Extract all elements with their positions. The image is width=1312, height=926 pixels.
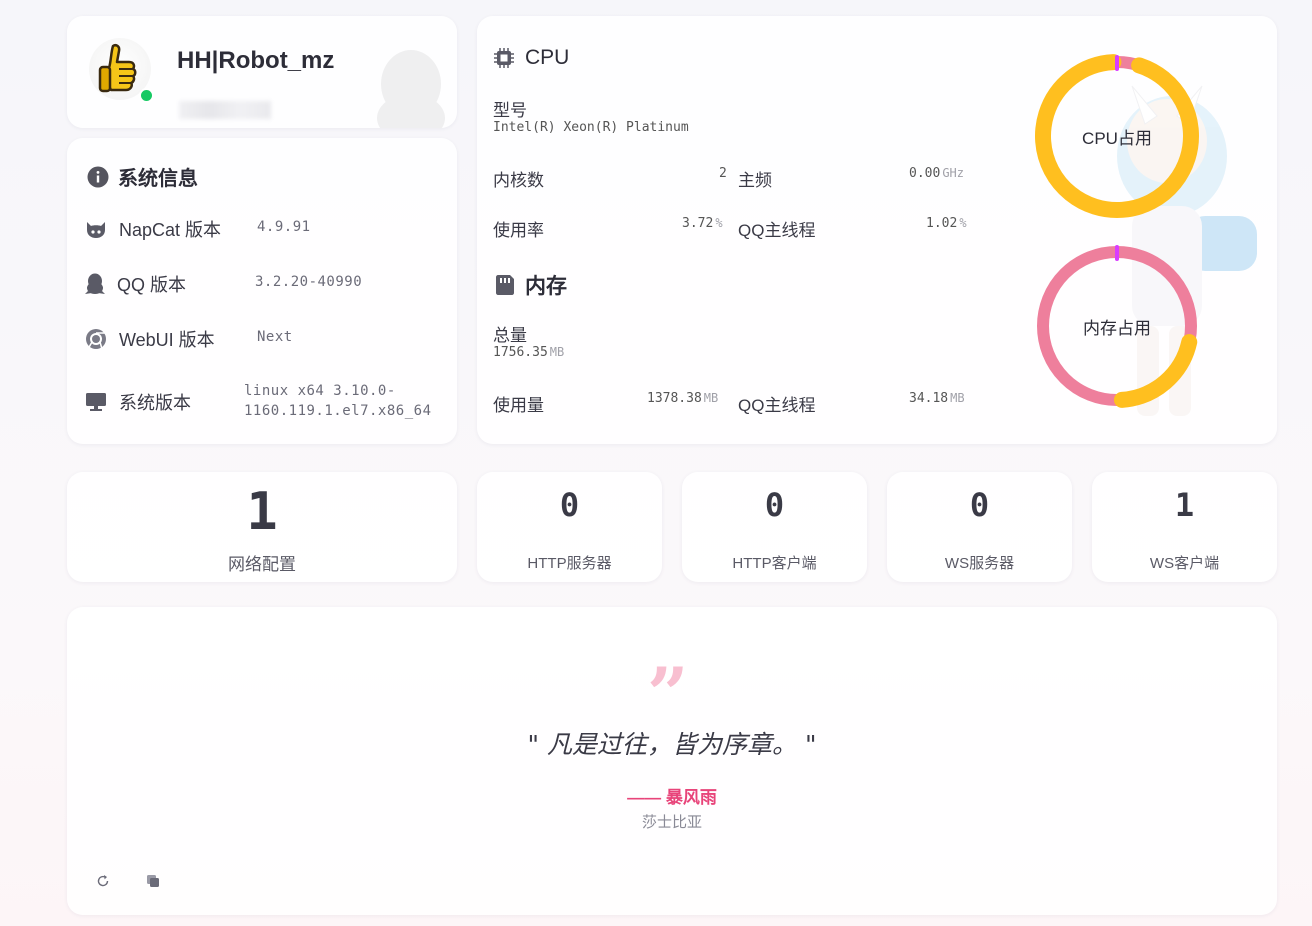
http-server-count: 0 xyxy=(559,486,580,524)
memory-used-label: 使用量 xyxy=(493,396,544,415)
quote-source: 莎士比亚 xyxy=(641,814,702,831)
cpu-freq-label: 主频 xyxy=(738,171,772,190)
github-cat-icon xyxy=(87,222,105,238)
cpu-title: CPU xyxy=(525,46,570,69)
cpu-qq-thread-label: QQ主线程 xyxy=(738,221,816,240)
cpu-freq-value: 0.00 xyxy=(909,166,941,181)
cpu-cores-value: 2 xyxy=(719,166,727,181)
cpu-qq-thread-unit: % xyxy=(959,216,967,230)
os-version-value: linux x64 3.10.0- 1160.119.1.el7.x86_64 xyxy=(244,381,432,421)
chrome-icon xyxy=(86,329,106,350)
network-config-label: 网络配置 xyxy=(228,555,296,574)
copy-icon xyxy=(147,875,159,887)
quote-text: " 凡是过往，皆为序章。 " xyxy=(527,730,817,759)
network-config-count: 1 xyxy=(246,482,278,542)
memory-header: 内存 xyxy=(495,270,567,300)
refresh-icon xyxy=(97,875,109,887)
qq-version-text: QQ 版本 xyxy=(117,275,187,295)
cpu-model-label: 型号 xyxy=(493,101,527,120)
qq-version-label: QQ 版本 xyxy=(85,271,186,297)
cpu-usage: 3.72% xyxy=(682,216,723,231)
cpu-qq-thread: 1.02% xyxy=(926,216,967,231)
webui-version-text: WebUI 版本 xyxy=(119,330,215,350)
ws-client-count: 1 xyxy=(1174,486,1195,524)
cpu-usage-ring-label: CPU占用 xyxy=(1082,129,1152,148)
memory-card-icon xyxy=(496,275,514,295)
http-client-label: HTTP客户端 xyxy=(732,555,817,572)
ws-client-stat-card[interactable]: 1 WS客户端 xyxy=(1092,472,1277,582)
memory-total: 1756.35 MB xyxy=(493,345,564,360)
network-config-stat-card[interactable]: 1 网络配置 xyxy=(67,472,457,582)
ws-server-label: WS服务器 xyxy=(944,555,1015,572)
cpu-freq-unit: GHz xyxy=(942,166,964,180)
ws-client-label: WS客户端 xyxy=(1149,555,1220,572)
quote-card: ” " 凡是过往，皆为序章。 " —— 暴风雨 莎士比亚 xyxy=(67,607,1277,915)
webui-version-label: WebUI 版本 xyxy=(85,326,215,352)
memory-total-unit: MB xyxy=(549,345,565,359)
memory-used: 1378.38 MB xyxy=(647,391,718,406)
cpu-usage-unit: % xyxy=(715,216,723,230)
cpu-header: CPU xyxy=(493,46,569,70)
memory-qq-thread-unit: MB xyxy=(950,391,965,405)
quote-author: —— 暴风雨 xyxy=(627,788,717,807)
cpu-usage-label: 使用率 xyxy=(493,221,544,240)
quote-mark-icon: ” xyxy=(647,651,689,736)
napcat-version-text: NapCat 版本 xyxy=(119,220,222,240)
os-version-label: 系统版本 xyxy=(85,389,191,415)
online-status-dot xyxy=(139,88,154,103)
memory-used-unit: MB xyxy=(703,391,719,405)
cpu-cores-label: 内核数 xyxy=(493,171,544,190)
memory-usage-ring-label: 内存占用 xyxy=(1083,319,1151,338)
http-server-label: HTTP服务器 xyxy=(527,555,612,572)
ws-server-stat-card[interactable]: 0 WS服务器 xyxy=(887,472,1072,582)
memory-used-value: 1378.38 xyxy=(647,391,702,406)
refresh-quote-button[interactable] xyxy=(91,869,115,893)
memory-title: 内存 xyxy=(525,275,567,298)
memory-qq-thread: 34.18 MB xyxy=(909,391,965,406)
cpu-qq-thread-value: 1.02 xyxy=(926,216,958,231)
qq-penguin-watermark-icon xyxy=(377,50,445,128)
cpu-memory-card: CPU占用 内存占用 CPU 型号 Intel(R) Xeon(R) Plati… xyxy=(477,16,1277,444)
info-icon xyxy=(87,166,109,187)
qq-version-value: 3.2.20-40990 xyxy=(255,274,363,290)
system-info-title: 系统信息 xyxy=(118,168,198,190)
napcat-version-value: 4.9.91 xyxy=(257,219,311,235)
system-info-header: 系统信息 xyxy=(87,162,198,191)
http-server-stat-card[interactable]: 0 HTTP服务器 xyxy=(477,472,662,582)
monitor-icon xyxy=(86,393,106,411)
memory-qq-thread-label: QQ主线程 xyxy=(738,396,816,415)
cpu-usage-value: 3.72 xyxy=(682,216,714,231)
os-version-value-line1: linux x64 3.10.0- xyxy=(244,383,396,399)
account-id-blurred xyxy=(179,101,271,119)
ws-server-count: 0 xyxy=(969,486,990,524)
copy-quote-button[interactable] xyxy=(141,869,165,893)
memory-total-value: 1756.35 xyxy=(493,345,548,360)
system-info-card: 系统信息 NapCat 版本 4.9.91 QQ 版本 3.2.20-40990… xyxy=(67,138,457,444)
os-version-value-line2: 1160.119.1.el7.x86_64 xyxy=(244,403,432,419)
http-client-stat-card[interactable]: 0 HTTP客户端 xyxy=(682,472,867,582)
profile-card: HH|Robot_mz xyxy=(67,16,457,128)
cpu-model-value: Intel(R) Xeon(R) Platinum xyxy=(493,120,689,135)
qq-penguin-icon xyxy=(85,273,105,294)
memory-qq-thread-value: 34.18 xyxy=(909,391,949,406)
os-version-text: 系统版本 xyxy=(119,393,191,413)
http-client-count: 0 xyxy=(764,486,785,524)
cpu-chip-icon xyxy=(494,48,514,68)
cpu-freq: 0.00 GHz xyxy=(909,166,964,181)
nickname: HH|Robot_mz xyxy=(177,47,335,74)
napcat-version-label: NapCat 版本 xyxy=(85,216,221,242)
memory-total-label: 总量 xyxy=(493,326,527,345)
webui-version-value: Next xyxy=(257,329,293,345)
